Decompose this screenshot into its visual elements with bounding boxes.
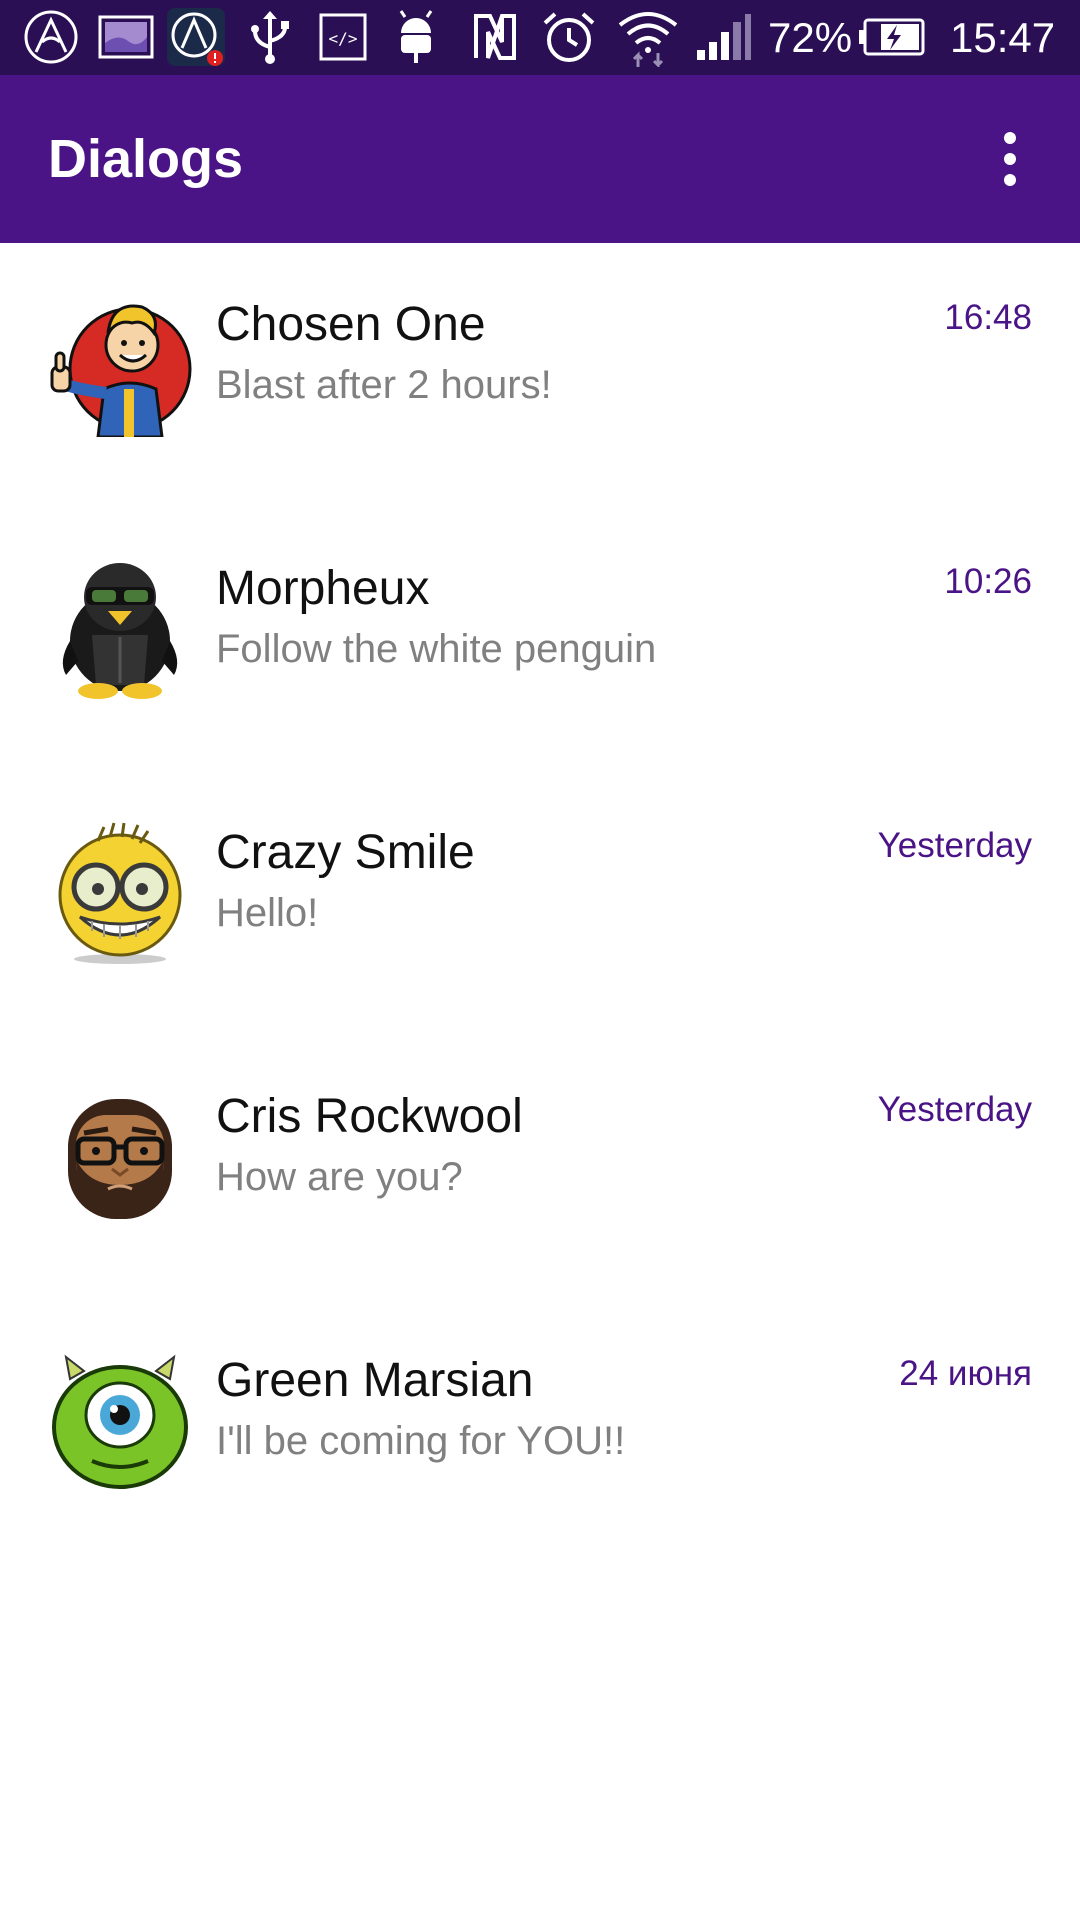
app-alert-icon [165, 8, 227, 66]
signal-icon [692, 8, 752, 66]
developer-code-icon: </> [315, 8, 371, 66]
dialog-time: Yesterday [877, 826, 1032, 865]
dialog-name: Crazy Smile [216, 826, 475, 879]
dialog-last-message: Hello! [216, 891, 319, 935]
page-title: Dialogs [48, 129, 244, 189]
usb-icon [242, 8, 298, 66]
dialog-row-cris-rockwool[interactable]: Cris Rockwool How are you? Yesterday [0, 1035, 1080, 1299]
nfc-icon [470, 8, 520, 66]
alarm-icon [540, 8, 598, 66]
android-debug-icon [388, 8, 444, 66]
menu-dot [1004, 132, 1016, 144]
battery-charging-icon [858, 8, 928, 66]
penguin-avatar [48, 557, 192, 701]
dialog-row-morpheux[interactable]: Morpheux Follow the white penguin 10:26 [0, 507, 1080, 771]
dialog-last-message: How are you? [216, 1155, 463, 1199]
app-logo-icon [20, 8, 82, 66]
dialog-time: Yesterday [877, 1090, 1032, 1129]
dialog-name: Green Marsian [216, 1354, 534, 1407]
dialog-last-message: Follow the white penguin [216, 627, 657, 671]
menu-dot [1004, 153, 1016, 165]
menu-dot [1004, 174, 1016, 186]
dialog-name: Morpheux [216, 562, 430, 615]
clock: 15:47 [950, 14, 1056, 61]
dialog-time: 16:48 [944, 298, 1032, 337]
status-bar: </> 72% 15:47 [0, 0, 1080, 75]
bearded-man-avatar [48, 1085, 192, 1229]
dialog-row-green-marsian[interactable]: Green Marsian I'll be coming for YOU!! 2… [0, 1299, 1080, 1563]
dialog-list: Chosen One Blast after 2 hours! 16:48 Mo… [0, 243, 1080, 1563]
dialog-name: Cris Rockwool [216, 1090, 523, 1143]
vault-boy-avatar [48, 293, 192, 437]
wifi-icon [615, 8, 681, 67]
dialog-time: 10:26 [944, 562, 1032, 601]
dialog-name: Chosen One [216, 298, 486, 351]
dialog-time: 24 июня [899, 1354, 1032, 1393]
gallery-icon [95, 8, 157, 66]
dialog-row-chosen-one[interactable]: Chosen One Blast after 2 hours! 16:48 [0, 243, 1080, 507]
battery-percent: 72% [768, 14, 853, 61]
svg-text:</>: </> [329, 29, 358, 48]
crazy-smile-avatar [48, 821, 192, 965]
dialog-last-message: Blast after 2 hours! [216, 363, 552, 407]
app-bar: Dialogs [0, 75, 1080, 243]
dialog-row-crazy-smile[interactable]: Crazy Smile Hello! Yesterday [0, 771, 1080, 1035]
green-monster-avatar [48, 1349, 192, 1493]
dialog-last-message: I'll be coming for YOU!! [216, 1419, 626, 1463]
more-vert-icon[interactable] [980, 125, 1040, 193]
